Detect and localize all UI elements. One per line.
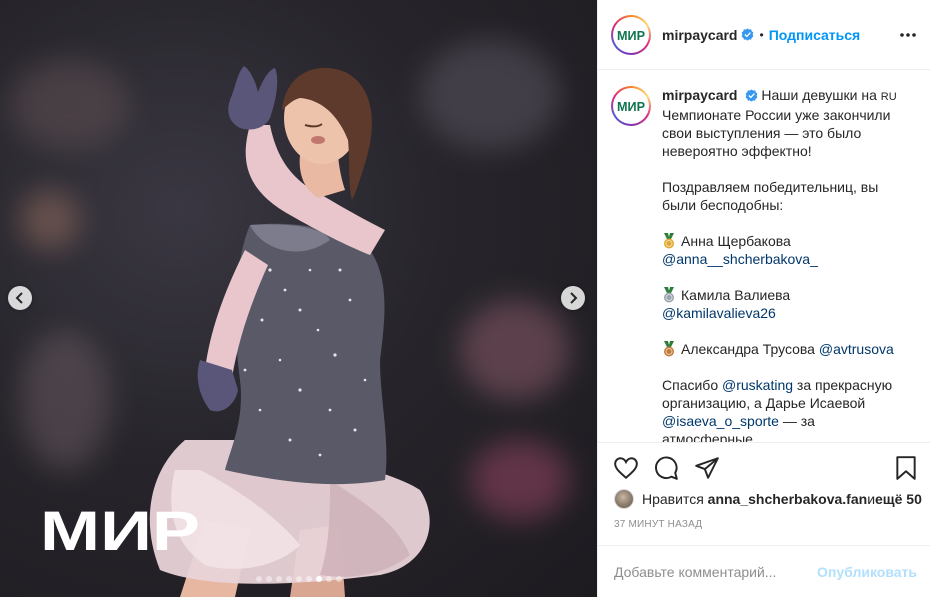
comment-form: Опубликовать (598, 545, 930, 597)
share-icon[interactable] (694, 455, 720, 481)
likes-count-link[interactable]: ещё 50 (875, 491, 922, 507)
post-header: МИР mirpaycard • Подписаться (598, 0, 930, 70)
caption-username[interactable]: mirpaycard (662, 87, 737, 103)
mir-logo-icon: МИР (617, 100, 645, 112)
svg-text:МИР: МИР (617, 29, 645, 41)
liker-username[interactable]: anna_shcherbakova.fan (708, 491, 868, 507)
avatar[interactable]: МИР (611, 14, 651, 55)
publish-button[interactable]: Опубликовать (817, 564, 917, 580)
winner-name: Анна Щербакова (681, 233, 791, 249)
slide-dot (255, 576, 262, 582)
slide-dot (305, 576, 312, 582)
slide-dot (265, 576, 272, 582)
action-bar (598, 442, 930, 488)
chevron-left-icon (15, 292, 23, 304)
ru-flag-tag: RU (880, 91, 897, 103)
liker-avatar[interactable] (614, 489, 634, 509)
gold-medal-icon (664, 233, 674, 249)
previous-slide-button[interactable] (8, 286, 32, 310)
follow-button[interactable]: Подписаться (769, 27, 861, 43)
likes-middle: и (867, 491, 876, 507)
mention-link[interactable]: @isaeva_o_sporte (662, 413, 779, 429)
post-timestamp[interactable]: 37 МИНУТ НАЗАД (614, 519, 702, 530)
caption-text: mirpaycard Наши девушки на RU Чемпионате… (662, 86, 900, 442)
caption-congrats: Поздравляем победительниц, вы были беспо… (662, 179, 879, 213)
caption-intro: Наши девушки на (761, 87, 881, 103)
winner-name: Камила Валиева (681, 287, 791, 303)
caption-avatar[interactable]: МИР (611, 86, 651, 126)
winner-entry: Камила Валиева @kamilavalieva26 (662, 286, 900, 322)
slide-dot (315, 576, 322, 582)
svg-text:МИР: МИР (617, 100, 645, 112)
post-media[interactable]: МИР (0, 0, 597, 597)
mention-link[interactable]: @ruskating (722, 377, 793, 393)
winner-handle-link[interactable]: @kamilavalieva26 (662, 305, 776, 321)
slide-dot (295, 576, 302, 582)
caption-thanks: Спасибо (662, 377, 722, 393)
likes-summary: Нравится anna_shcherbakova.fan и ещё 50 (614, 488, 922, 510)
slide-indicator (0, 576, 597, 582)
caption-intro-cont: Чемпионате России уже закончили свои выс… (662, 107, 891, 159)
comment-input[interactable] (614, 563, 818, 580)
caption-area[interactable]: МИР mirpaycard Наши девушки на RU Чемпио… (598, 70, 930, 442)
winner-entry: Анна Щербакова @anna__shcherbakova_ (662, 232, 900, 268)
bookmark-icon[interactable] (893, 455, 919, 481)
winner-entry: Александра Трусова @avtrusova (662, 340, 900, 358)
winner-handle-link[interactable]: @anna__shcherbakova_ (662, 251, 818, 267)
winner-handle-link[interactable]: @avtrusova (819, 341, 894, 357)
mir-watermark-text: МИР (40, 506, 200, 554)
slide-dot (275, 576, 282, 582)
slide-dot (285, 576, 292, 582)
mir-logo-icon: МИР (617, 29, 645, 41)
header-username[interactable]: mirpaycard (662, 27, 737, 43)
silver-medal-icon (664, 287, 674, 303)
winner-name: Александра Трусова (681, 341, 815, 357)
chevron-right-icon (570, 292, 578, 304)
likes-prefix: Нравится (642, 491, 704, 507)
heart-icon[interactable] (613, 455, 639, 481)
next-slide-button[interactable] (561, 286, 585, 310)
bronze-medal-icon (664, 341, 674, 357)
more-options-icon[interactable] (899, 26, 917, 44)
slide-dot (325, 576, 332, 582)
verified-badge-icon (741, 28, 754, 41)
post-side-panel: МИР mirpaycard • Подписаться МИР mirpayc… (597, 0, 930, 597)
header-separator: • (759, 27, 764, 42)
verified-badge-icon (745, 89, 758, 102)
comment-icon[interactable] (653, 455, 679, 481)
mir-watermark-logo: МИР (40, 506, 200, 554)
slide-dot (335, 576, 342, 582)
